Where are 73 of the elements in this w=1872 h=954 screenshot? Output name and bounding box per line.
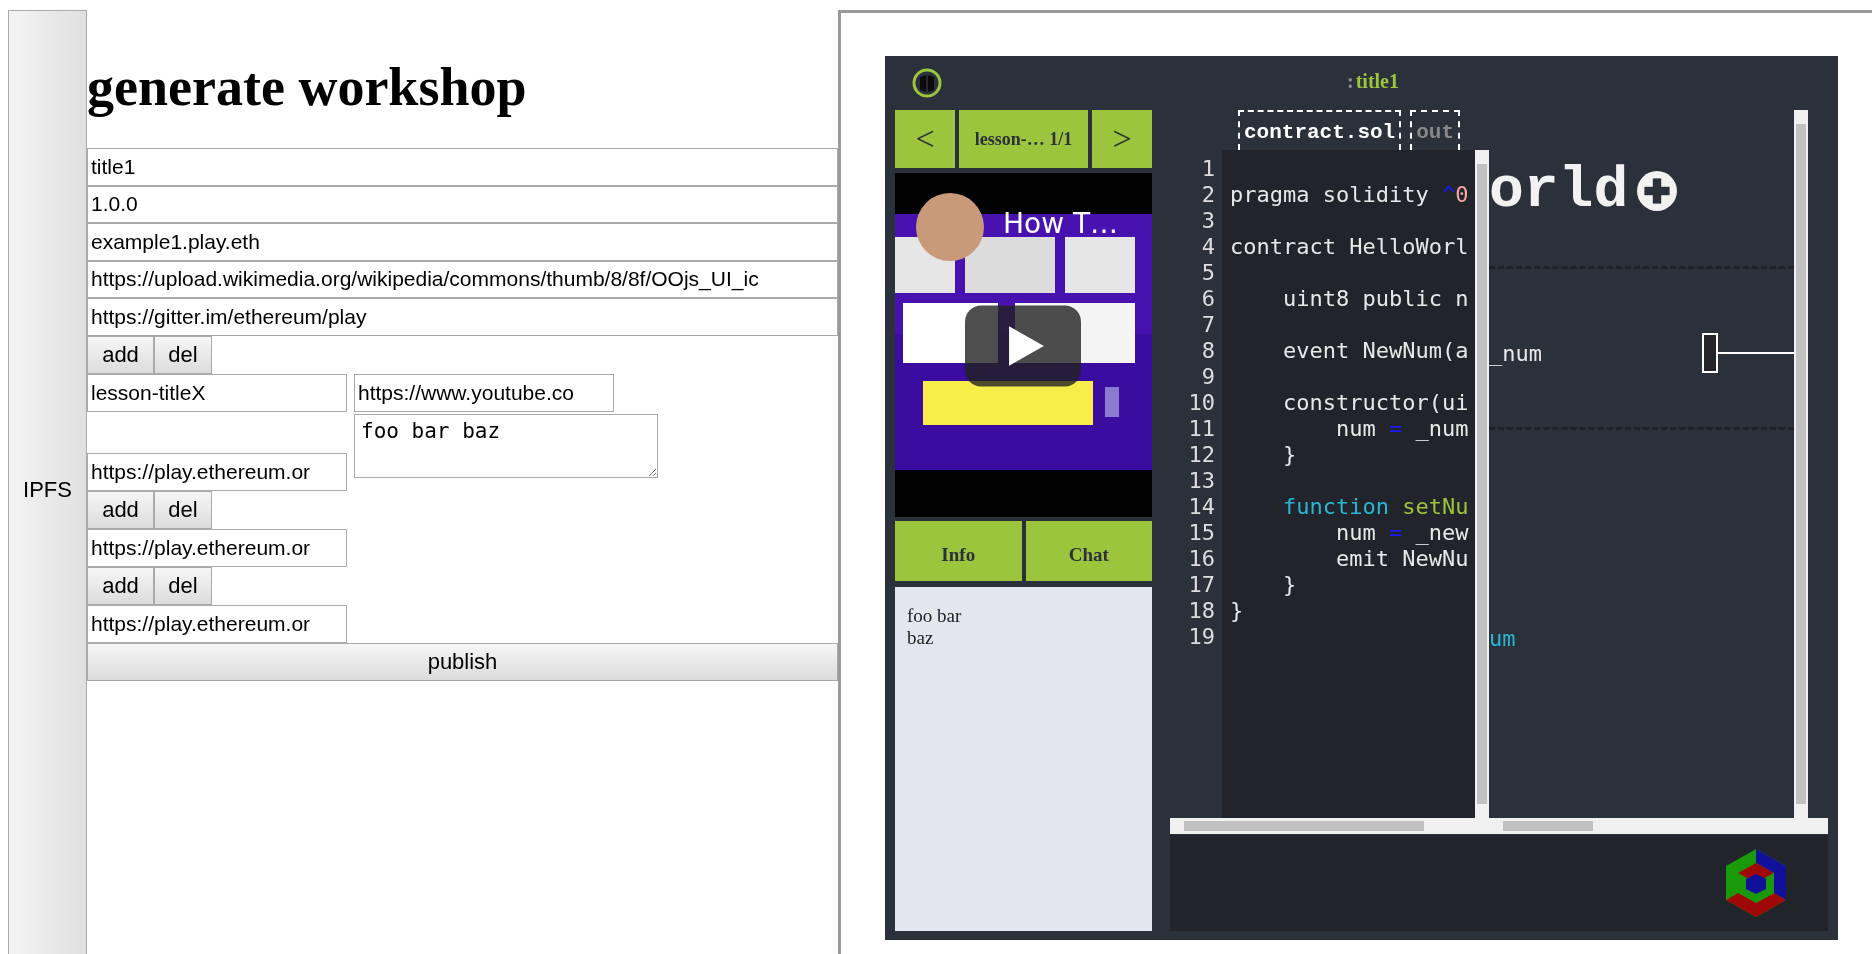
code-line: contract HelloWorl bbox=[1230, 234, 1469, 259]
line-number: 13 bbox=[1188, 468, 1215, 494]
url-field[interactable]: https://play.ethereum.or bbox=[87, 452, 347, 491]
code-line: constructor(ui bbox=[1281, 390, 1469, 415]
previous-button[interactable]: < bbox=[895, 110, 955, 168]
line-number: 11 bbox=[1188, 416, 1215, 442]
url-field[interactable]: https://play.ethereum.or bbox=[87, 604, 347, 643]
scrollbar[interactable] bbox=[1170, 818, 1489, 834]
line-number: 1 bbox=[1201, 156, 1215, 182]
line-number: 19 bbox=[1188, 624, 1215, 650]
play-icon[interactable] bbox=[965, 305, 1081, 387]
lesson-description: foo bar baz bbox=[907, 605, 962, 649]
slider-handle[interactable] bbox=[1702, 333, 1794, 373]
line-number: 3 bbox=[1201, 208, 1215, 234]
line-number: 10 bbox=[1188, 390, 1215, 416]
line-number: 14 bbox=[1188, 494, 1215, 520]
line-number: 9 bbox=[1201, 364, 1215, 390]
code-editor[interactable]: pragma solidity ^0 contract HelloWorl uint8 public n event NewNum(a constructor(ui num = _num } function setNu num = _new emit NewNu } } bbox=[1222, 150, 1475, 818]
scrollbar[interactable] bbox=[1489, 818, 1828, 834]
code-line: num = _num bbox=[1334, 416, 1469, 441]
cube-logo-icon bbox=[1726, 849, 1786, 917]
publish-button[interactable]: publish bbox=[87, 642, 838, 681]
url-field[interactable]: https://play.ethereum.or bbox=[87, 528, 347, 567]
code-line: emit NewNu bbox=[1334, 546, 1469, 571]
text-field[interactable]: https://gitter.im/ethereum/play bbox=[87, 298, 838, 336]
code-line: pragma solidity ^0 bbox=[1230, 182, 1469, 207]
delete-button[interactable]: del bbox=[154, 335, 212, 374]
lesson-selector[interactable]: lesson-… 1/1 bbox=[959, 110, 1088, 168]
code-line: event NewNum(a bbox=[1281, 338, 1469, 363]
delete-button[interactable]: del bbox=[154, 566, 212, 605]
next-button[interactable]: > bbox=[1092, 110, 1152, 168]
add-button[interactable]: add bbox=[87, 335, 154, 374]
title-prefix: : bbox=[1347, 70, 1354, 93]
line-number: 17 bbox=[1188, 572, 1215, 598]
workshop-title: title1 bbox=[1355, 70, 1399, 93]
page-heading: generate workshop bbox=[87, 56, 528, 119]
scrollbar[interactable] bbox=[1794, 110, 1808, 818]
chat-tab[interactable]: Chat bbox=[1025, 521, 1152, 581]
line-number: 8 bbox=[1201, 338, 1215, 364]
line-number: 16 bbox=[1188, 546, 1215, 572]
text-field[interactable]: https://upload.wikimedia.org/wikipedia/commons/thumb/8/8f/OOjs_UI_ic bbox=[87, 260, 838, 298]
text-field[interactable]: example1.play.eth bbox=[87, 223, 838, 261]
code-line: } bbox=[1281, 442, 1297, 467]
lesson-title-field[interactable]: lesson-titleX bbox=[87, 373, 347, 412]
line-number: 12 bbox=[1188, 442, 1215, 468]
output-heading: orld bbox=[1489, 157, 1629, 225]
text-field[interactable]: 1.0.0 bbox=[87, 185, 838, 223]
logo-icon bbox=[912, 68, 942, 98]
info-tab[interactable]: Info bbox=[895, 521, 1022, 581]
parameter-label: _num bbox=[1489, 340, 1542, 366]
code-line: } bbox=[1281, 572, 1297, 597]
line-number: 2 bbox=[1201, 182, 1215, 208]
add-button[interactable]: add bbox=[87, 566, 154, 605]
ipfs-button[interactable]: IPFS bbox=[8, 10, 87, 954]
video-title: How T… bbox=[1003, 207, 1119, 240]
line-number: 4 bbox=[1201, 234, 1215, 260]
line-number: 15 bbox=[1188, 520, 1215, 546]
add-button[interactable]: add bbox=[87, 490, 154, 529]
code-fragment: um bbox=[1489, 626, 1517, 651]
plus-icon[interactable] bbox=[1636, 170, 1679, 212]
code-line: } bbox=[1230, 598, 1244, 623]
line-number: 5 bbox=[1201, 260, 1215, 286]
video-url-field[interactable]: https://www.youtube.co bbox=[354, 373, 614, 412]
code-line: num = _new bbox=[1334, 520, 1469, 545]
line-number: 6 bbox=[1201, 286, 1215, 312]
delete-button[interactable]: del bbox=[154, 490, 212, 529]
scrollbar[interactable] bbox=[1475, 150, 1489, 818]
code-line: function setNu bbox=[1281, 494, 1469, 519]
description-field[interactable]: foo bar baz bbox=[354, 413, 658, 478]
text-field[interactable]: title1 bbox=[87, 148, 838, 186]
code-line: uint8 public n bbox=[1281, 286, 1469, 311]
line-number: 7 bbox=[1201, 312, 1215, 338]
line-number: 18 bbox=[1188, 598, 1215, 624]
